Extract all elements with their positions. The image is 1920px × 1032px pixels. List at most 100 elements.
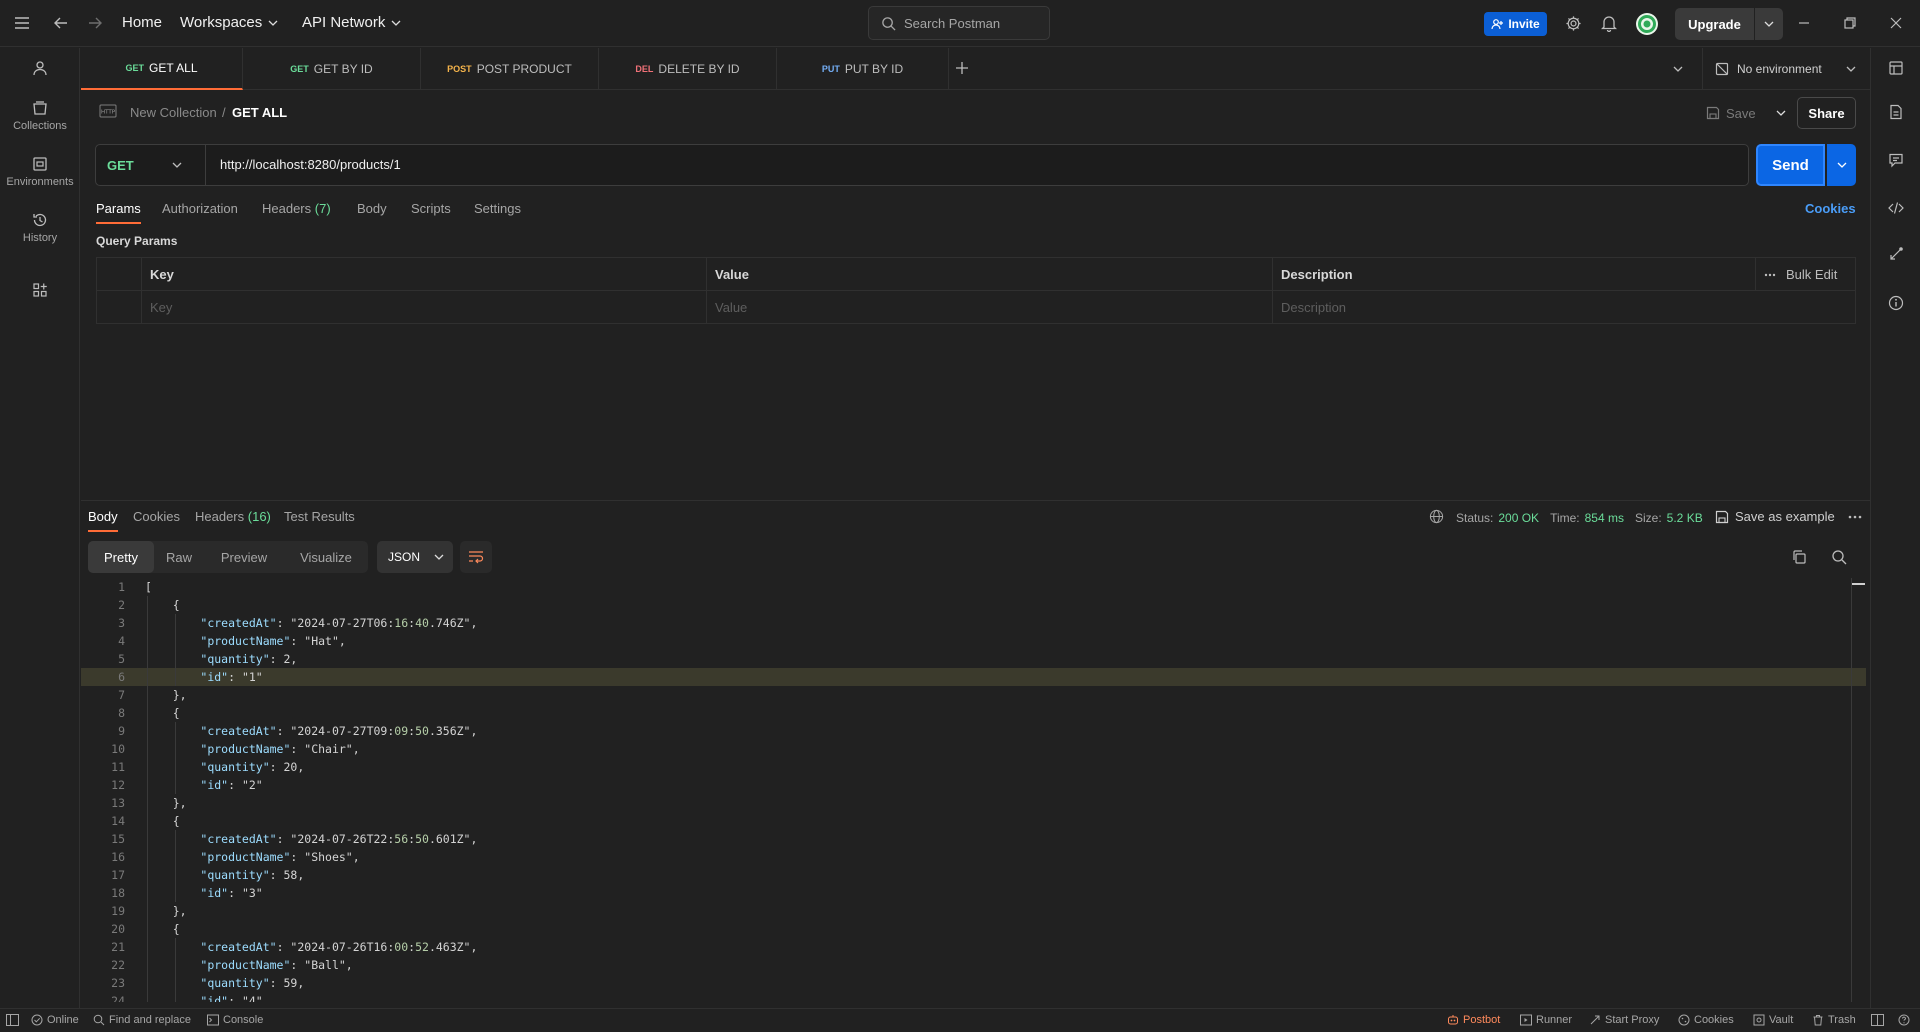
send-options-button[interactable] bbox=[1827, 144, 1856, 186]
tab-headers[interactable]: Headers (7) bbox=[262, 201, 331, 216]
method-select[interactable]: GET bbox=[96, 145, 206, 185]
start-proxy-button[interactable]: Start Proxy bbox=[1589, 1014, 1659, 1026]
minimize-icon[interactable] bbox=[1797, 16, 1811, 30]
bulk-edit-button[interactable]: Bulk Edit bbox=[1755, 258, 1855, 291]
save-button[interactable]: Save bbox=[1706, 98, 1786, 128]
response-tab-body[interactable]: Body bbox=[88, 509, 118, 532]
tab-get-all[interactable]: GET GET ALL bbox=[81, 48, 243, 90]
nav-api-network[interactable]: API Network bbox=[302, 14, 401, 31]
trash-button[interactable]: Trash bbox=[1812, 1014, 1856, 1026]
param-key-input[interactable]: Key bbox=[141, 291, 706, 324]
copy-icon[interactable] bbox=[1791, 549, 1807, 565]
postbot-button[interactable]: Postbot bbox=[1447, 1014, 1500, 1026]
send-button[interactable]: Send bbox=[1756, 144, 1825, 186]
time-value[interactable]: 854 ms bbox=[1585, 511, 1624, 525]
sidebar-item-collections[interactable]: Collections bbox=[0, 100, 80, 132]
new-tab-plus-icon[interactable] bbox=[955, 61, 969, 75]
environment-quicklook-icon[interactable] bbox=[1888, 60, 1904, 76]
online-status[interactable]: Online bbox=[31, 1014, 79, 1026]
line-number: 12 bbox=[111, 778, 125, 792]
toggle-sidebar-button[interactable] bbox=[6, 1014, 19, 1026]
settings-gear-icon[interactable] bbox=[1565, 15, 1582, 32]
tab-params[interactable]: Params bbox=[96, 201, 141, 224]
forward-arrow-icon[interactable] bbox=[87, 15, 103, 31]
close-icon[interactable] bbox=[1889, 16, 1903, 30]
info-icon[interactable] bbox=[1888, 295, 1904, 311]
find-replace-button[interactable]: Find and replace bbox=[93, 1014, 191, 1026]
notifications-bell-icon[interactable] bbox=[1601, 15, 1617, 32]
documentation-icon[interactable] bbox=[1888, 104, 1904, 120]
tab-delete-by-id[interactable]: DEL DELETE BY ID bbox=[599, 48, 777, 90]
comments-icon[interactable] bbox=[1888, 152, 1904, 168]
size-value[interactable]: 5.2 KB bbox=[1667, 511, 1703, 525]
code-text: "id": "1" bbox=[200, 670, 263, 684]
param-value-input[interactable]: Value bbox=[706, 291, 1272, 324]
tab-authorization[interactable]: Authorization bbox=[162, 201, 238, 216]
nav-workspaces[interactable]: Workspaces bbox=[180, 14, 278, 31]
cookies-link[interactable]: Cookies bbox=[1805, 201, 1856, 216]
search-icon bbox=[93, 1014, 105, 1026]
response-tab-cookies[interactable]: Cookies bbox=[133, 509, 180, 524]
help-button[interactable] bbox=[1898, 1014, 1910, 1026]
indent-guide bbox=[175, 614, 176, 686]
scrollbar[interactable] bbox=[1851, 578, 1852, 1002]
avatar[interactable] bbox=[1635, 12, 1659, 36]
code-line: 4 "productName": "Hat", bbox=[81, 632, 1866, 650]
tab-settings[interactable]: Settings bbox=[474, 201, 521, 216]
cookies-button[interactable]: Cookies bbox=[1678, 1014, 1734, 1026]
related-collections-icon[interactable] bbox=[1888, 246, 1904, 262]
code-icon[interactable] bbox=[1888, 200, 1904, 216]
scrollbar-thumb[interactable] bbox=[1852, 583, 1865, 585]
tab-post-product[interactable]: POST POST PRODUCT bbox=[421, 48, 599, 90]
upgrade-dropdown-button[interactable] bbox=[1755, 8, 1783, 40]
search-response-icon[interactable] bbox=[1831, 549, 1847, 565]
view-raw[interactable]: Raw bbox=[154, 541, 204, 573]
save-as-example-button[interactable]: Save as example bbox=[1715, 509, 1835, 524]
tab-scripts[interactable]: Scripts bbox=[411, 201, 451, 216]
view-preview[interactable]: Preview bbox=[204, 541, 284, 573]
environment-selector[interactable]: No environment bbox=[1702, 48, 1870, 90]
vault-button[interactable]: Vault bbox=[1753, 1014, 1793, 1026]
console-button[interactable]: Console bbox=[207, 1014, 263, 1026]
share-button[interactable]: Share bbox=[1797, 97, 1856, 129]
restore-window-icon[interactable] bbox=[1843, 16, 1857, 30]
sidebar-account[interactable] bbox=[0, 60, 80, 76]
response-divider[interactable] bbox=[81, 500, 1870, 501]
runner-button[interactable]: Runner bbox=[1520, 1014, 1572, 1026]
code-line: 14 { bbox=[81, 812, 1866, 830]
history-icon bbox=[33, 213, 47, 227]
tab-body[interactable]: Body bbox=[357, 201, 387, 216]
sidebar-item-history[interactable]: History bbox=[0, 212, 80, 244]
response-tab-headers[interactable]: Headers (16) bbox=[195, 509, 271, 524]
tab-put-by-id[interactable]: PUT PUT BY ID bbox=[777, 48, 949, 90]
two-pane-view-button[interactable] bbox=[1871, 1014, 1884, 1026]
breadcrumb-request[interactable]: GET ALL bbox=[232, 105, 287, 120]
response-body-code[interactable]: 1[2 {3 "createdAt": "2024-07-27T06:16:40… bbox=[81, 578, 1871, 1002]
nav-home[interactable]: Home bbox=[122, 14, 162, 31]
response-tab-test-results[interactable]: Test Results bbox=[284, 509, 355, 524]
upgrade-button[interactable]: Upgrade bbox=[1675, 8, 1754, 40]
code-text: { bbox=[145, 598, 180, 612]
tab-get-by-id[interactable]: GET GET BY ID bbox=[243, 48, 421, 90]
format-select[interactable]: JSON bbox=[377, 541, 453, 573]
params-header-key: Key bbox=[141, 258, 706, 291]
search-input[interactable]: Search Postman bbox=[868, 6, 1050, 40]
tab-method: POST bbox=[447, 64, 472, 74]
search-placeholder: Search Postman bbox=[904, 15, 1001, 31]
view-pretty[interactable]: Pretty bbox=[88, 541, 154, 573]
status-value[interactable]: 200 OK bbox=[1498, 511, 1539, 525]
tabs-overflow-chevron-icon[interactable] bbox=[1673, 66, 1683, 72]
response-more-icon[interactable] bbox=[1848, 515, 1862, 519]
back-arrow-icon[interactable] bbox=[53, 15, 69, 31]
sidebar-configure-workbench[interactable] bbox=[0, 282, 80, 298]
invite-button[interactable]: Invite bbox=[1484, 12, 1547, 36]
sidebar-item-environments[interactable]: Environments bbox=[0, 156, 80, 188]
code-line: 19 }, bbox=[81, 902, 1866, 920]
breadcrumb-collection[interactable]: New Collection bbox=[130, 105, 217, 120]
wrap-lines-button[interactable] bbox=[460, 541, 492, 573]
param-description-input[interactable]: Description bbox=[1272, 291, 1855, 324]
menu-icon[interactable] bbox=[14, 16, 30, 30]
view-visualize[interactable]: Visualize bbox=[284, 541, 368, 573]
check-circle-icon bbox=[31, 1014, 43, 1026]
url-input[interactable]: http://localhost:8280/products/1 bbox=[220, 157, 401, 172]
